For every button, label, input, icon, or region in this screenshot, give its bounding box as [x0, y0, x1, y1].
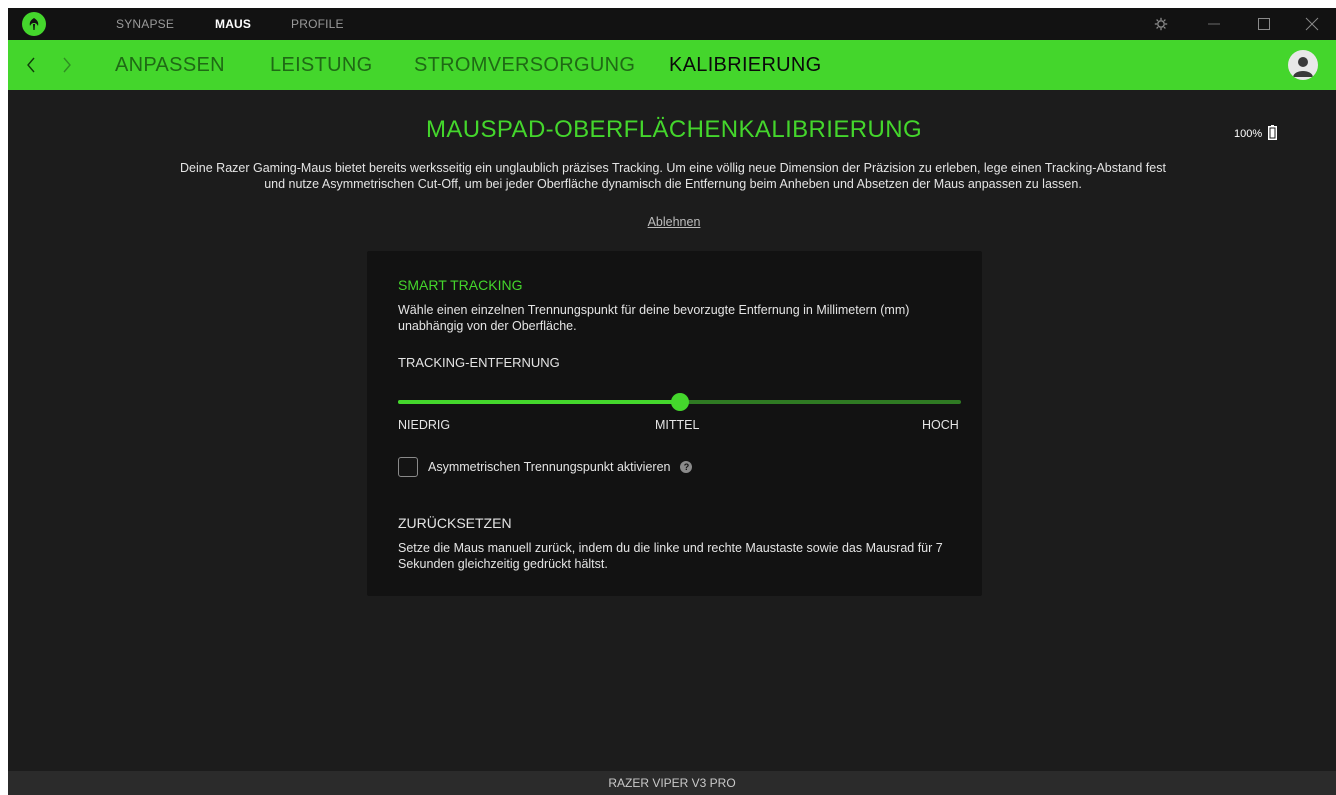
slider-high-label: HOCH	[922, 418, 959, 432]
tab-stromversorgung[interactable]: STROMVERSORGUNG	[414, 54, 635, 77]
device-name[interactable]: RAZER VIPER V3 PRO	[8, 776, 1336, 790]
tab-anpassen[interactable]: ANPASSEN	[115, 54, 225, 77]
battery-icon	[1268, 125, 1278, 143]
smart-tracking-description: Wähle einen einzelnen Trennungspunkt für…	[398, 303, 910, 333]
decline-link[interactable]: Ablehnen	[8, 215, 1336, 229]
tab-synapse[interactable]: SYNAPSE	[116, 17, 174, 31]
slider-fill	[398, 400, 680, 404]
forward-arrow-icon[interactable]	[58, 53, 76, 77]
user-avatar-icon[interactable]	[1288, 50, 1318, 80]
slider-low-label: NIEDRIG	[398, 418, 451, 432]
reset-description: Setze die Maus manuell zurück, indem du …	[398, 541, 943, 571]
slider-thumb[interactable]	[670, 393, 689, 411]
maximize-icon[interactable]	[1254, 14, 1274, 34]
tracking-distance-slider[interactable]	[398, 393, 961, 411]
calibration-card: SMART TRACKING Wähle einen einzelnen Tre…	[367, 251, 982, 596]
section-nav: ANPASSEN LEISTUNG STROMVERSORGUNG KALIBR…	[8, 40, 1336, 90]
gear-icon[interactable]	[1151, 14, 1171, 34]
tab-profile[interactable]: PROFILE	[291, 17, 344, 31]
app-window: SYNAPSE MAUS PROFILE ANPASSEN LEISTUNG S…	[8, 8, 1336, 795]
title-bar: SYNAPSE MAUS PROFILE	[8, 8, 1336, 40]
device-footer: RAZER VIPER V3 PRO	[8, 771, 1336, 795]
reset-heading: ZURÜCKSETZEN	[398, 515, 512, 531]
razer-logo-icon[interactable]	[22, 12, 46, 36]
intro-text: Deine Razer Gaming-Maus bietet bereits w…	[180, 161, 1166, 191]
tab-leistung[interactable]: LEISTUNG	[270, 54, 372, 77]
tab-kalibrierung[interactable]: KALIBRIERUNG	[669, 54, 822, 77]
battery-percent: 100%	[1234, 128, 1263, 140]
asymmetric-label[interactable]: Asymmetrischen Trennungspunkt aktivieren	[428, 460, 670, 474]
minimize-icon[interactable]	[1204, 14, 1224, 34]
asymmetric-checkbox[interactable]	[398, 457, 418, 477]
tab-maus[interactable]: MAUS	[215, 17, 251, 31]
close-icon[interactable]	[1302, 14, 1322, 34]
page-title: MAUSPAD-OBERFLÄCHENKALIBRIERUNG	[425, 116, 923, 143]
tracking-distance-label: TRACKING-ENTFERNUNG	[398, 355, 560, 370]
slider-mid-label: MITTEL	[655, 418, 700, 432]
help-icon[interactable]: ?	[680, 461, 693, 473]
back-arrow-icon[interactable]	[22, 53, 40, 77]
smart-tracking-heading: SMART TRACKING	[398, 277, 523, 293]
asymmetric-option: Asymmetrischen Trennungspunkt aktivieren…	[398, 457, 693, 477]
battery-status: 100%	[1234, 125, 1278, 143]
